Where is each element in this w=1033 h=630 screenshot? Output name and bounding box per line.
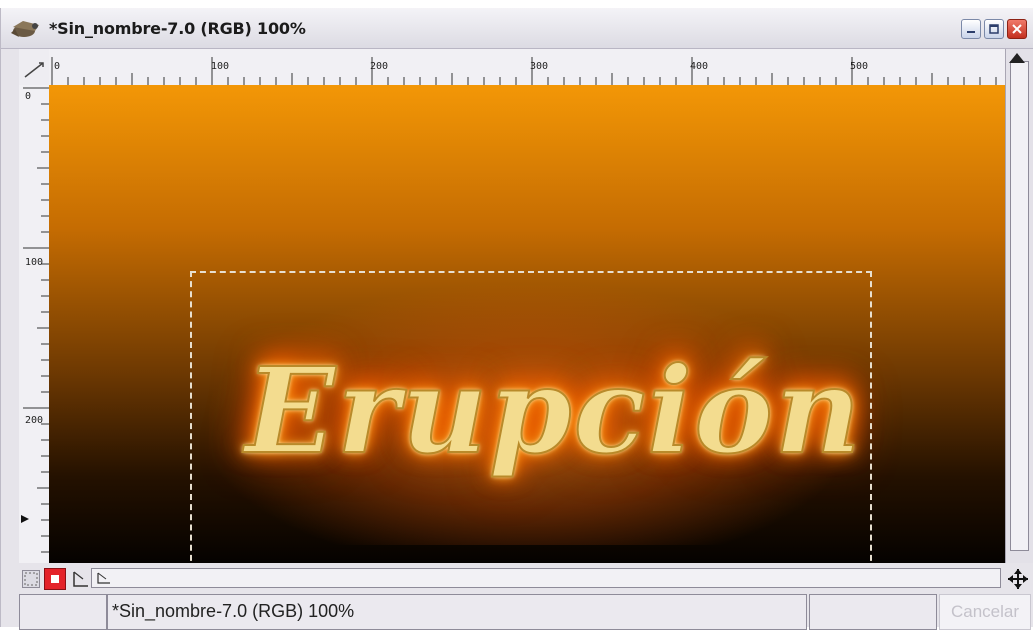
image-canvas[interactable]: Erupción (49, 85, 1005, 563)
hruler-label-0: 0 (54, 61, 60, 72)
close-icon (1012, 24, 1022, 34)
minimize-icon (967, 31, 975, 33)
hruler-label-500: 500 (850, 61, 868, 72)
vruler-label-200: 200 (25, 415, 43, 426)
selection-marquee (190, 271, 872, 563)
red-square-icon (51, 575, 59, 583)
quick-mask-toggle-button[interactable] (44, 568, 66, 590)
scroll-up-arrow-icon[interactable] (1009, 53, 1025, 63)
maximize-icon (989, 24, 999, 34)
vertical-ruler-ticks: 0 100 200 (21, 87, 49, 569)
horizontal-ruler-ticks: 0 100 200 300 400 500 (51, 57, 1013, 85)
status-image-info: *Sin_nombre-7.0 (RGB) 100% (107, 594, 807, 630)
scroll-left-arrow-icon[interactable] (96, 571, 112, 585)
vruler-label-100: 100 (25, 257, 43, 268)
window-title: *Sin_nombre-7.0 (RGB) 100% (49, 19, 306, 38)
move-icon[interactable] (1007, 568, 1029, 590)
hruler-label-300: 300 (530, 61, 548, 72)
image-menu-button[interactable] (19, 49, 50, 86)
gimp-wilber-icon (11, 21, 39, 37)
hruler-label-100: 100 (211, 61, 229, 72)
navigate-icon[interactable] (71, 570, 91, 588)
title-bar[interactable]: *Sin_nombre-7.0 (RGB) 100% (1, 8, 1033, 49)
pointer-coordinates-field (19, 594, 107, 630)
hruler-label-400: 400 (690, 61, 708, 72)
quick-mask-button[interactable] (22, 570, 40, 588)
horizontal-scrollbar[interactable] (91, 568, 1001, 588)
minimize-button[interactable] (961, 19, 981, 39)
vertical-ruler[interactable]: 0 100 200 (19, 85, 50, 569)
quick-mask-icon (24, 572, 38, 586)
progress-field (809, 594, 937, 630)
horizontal-ruler[interactable]: 0 100 200 300 400 500 (49, 49, 1013, 86)
vruler-label-0: 0 (25, 91, 31, 102)
image-window: *Sin_nombre-7.0 (RGB) 100% 0 100 200 300… (0, 8, 1033, 630)
menu-arrow-icon (24, 62, 44, 78)
maximize-button[interactable] (984, 19, 1004, 39)
cancel-button[interactable]: Cancelar (939, 594, 1031, 630)
close-button[interactable] (1007, 19, 1027, 39)
vertical-scrollbar[interactable] (1005, 49, 1033, 563)
vertical-scroll-thumb[interactable] (1010, 61, 1029, 551)
hruler-label-200: 200 (370, 61, 388, 72)
